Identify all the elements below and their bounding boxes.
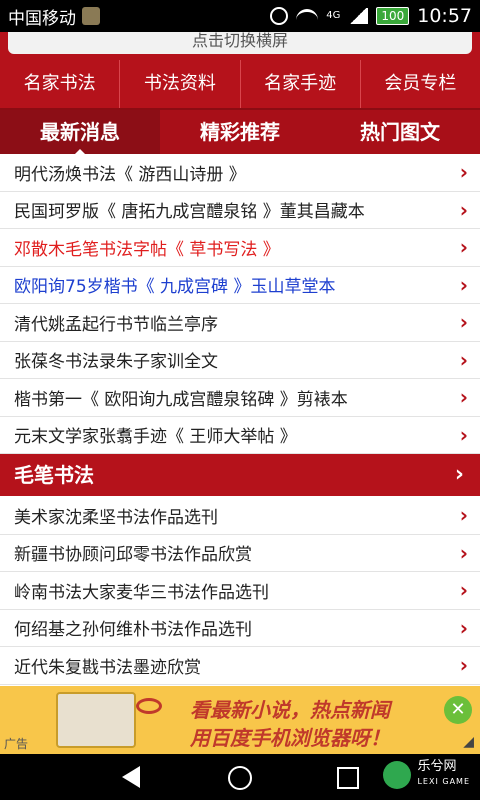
list-item-title: 明代汤焕书法《 游西山诗册 》 xyxy=(14,164,246,185)
list-item[interactable]: 民国珂罗版《 唐拓九成宫醴泉铭 》董其昌藏本 › xyxy=(0,192,480,229)
chevron-right-icon: › xyxy=(459,653,468,677)
list-item-title: 美术家沈柔坚书法作品选刊 xyxy=(14,507,218,528)
list-item-title: 民国珂罗版《 唐拓九成宫醴泉铭 》董其昌藏本 xyxy=(14,202,365,223)
chevron-right-icon: › xyxy=(459,540,468,565)
tab-recommended[interactable]: 精彩推荐 xyxy=(160,110,320,154)
list-item-title: 欧阳询75岁楷书《 九成宫碑 》玉山草堂本 xyxy=(14,277,336,298)
list-item-title: 岭南书法大家麦华三书法作品选刊 xyxy=(14,582,269,603)
list-item-title: 新疆书协顾问邱零书法作品欣赏 xyxy=(14,545,252,566)
ad-subline: 用百度手机浏览器呀！ xyxy=(190,726,390,750)
chevron-right-icon: › xyxy=(459,578,468,602)
category-item[interactable]: 名家手迹 xyxy=(241,60,361,108)
section-header-brush[interactable]: 毛笔书法 › xyxy=(0,454,480,496)
rotate-screen-button[interactable]: 点击切换横屏 xyxy=(8,32,472,54)
battery-icon: 100 xyxy=(376,7,410,25)
status-right: 4G 100 10:57 xyxy=(270,0,472,32)
recent-apps-icon[interactable] xyxy=(337,767,359,789)
network-type: 4G xyxy=(326,10,341,21)
list-item[interactable]: 近代朱复戡书法墨迹欣赏 › xyxy=(0,647,480,685)
list-item[interactable]: 楷书第一《 欧阳询九成宫醴泉铭碑 》剪裱本 › xyxy=(0,379,480,417)
list-item-title: 近代朱复戡书法墨迹欣赏 xyxy=(14,657,201,678)
list-item[interactable]: 美术家沈柔坚书法作品选刊 › xyxy=(0,497,480,535)
chevron-right-icon: › xyxy=(459,422,468,447)
newspaper-icon xyxy=(56,692,136,748)
clock: 10:57 xyxy=(417,5,472,27)
list-item-title: 元末文学家张翥手迹《 王师大举帖 》 xyxy=(14,427,297,448)
category-nav: 名家书法 书法资料 名家手迹 会员专栏 xyxy=(0,60,480,108)
list-item[interactable]: 何绍基之孙何维朴书法作品选刊 › xyxy=(0,610,480,647)
chevron-right-icon: › xyxy=(459,385,468,409)
watermark-name: 乐兮网 xyxy=(417,759,457,774)
chevron-right-icon: › xyxy=(454,462,464,487)
chevron-right-icon: › xyxy=(459,160,468,184)
latest-list: 明代汤焕书法《 游西山诗册 》 › 民国珂罗版《 唐拓九成宫醴泉铭 》董其昌藏本 ›… xyxy=(0,154,480,454)
chevron-right-icon: › xyxy=(459,272,468,297)
tab-popular[interactable]: 热门图文 xyxy=(320,110,480,154)
back-icon[interactable] xyxy=(122,766,140,788)
list-item[interactable]: 新疆书协顾问邱零书法作品欣赏 › xyxy=(0,535,480,572)
list-item-title: 邓散木毛笔书法字帖《 草书写法 》 xyxy=(14,239,280,260)
section-title: 毛笔书法 xyxy=(14,463,94,487)
tab-bar: 最新消息 精彩推荐 热门图文 xyxy=(0,108,480,156)
brush-list: 美术家沈柔坚书法作品选刊 › 新疆书协顾问邱零书法作品欣赏 › 岭南书法大家麦华三书… xyxy=(0,497,480,685)
category-item[interactable]: 书法资料 xyxy=(120,60,241,108)
list-item[interactable]: 邓散木毛笔书法字帖《 草书写法 》 › xyxy=(0,229,480,267)
list-item[interactable]: 岭南书法大家麦华三书法作品选刊 › xyxy=(0,572,480,610)
list-item[interactable]: 张葆冬书法录朱子家训全文 › xyxy=(0,342,480,379)
list-item-title: 张葆冬书法录朱子家训全文 xyxy=(14,352,218,373)
watermark: 乐兮网 LEXI GAME xyxy=(383,760,470,789)
ad-headline: 看最新小说，热点新闻 xyxy=(190,698,390,722)
list-item[interactable]: 元末文学家张翥手迹《 王师大举帖 》 › xyxy=(0,417,480,454)
close-icon[interactable]: ✕ xyxy=(444,696,472,724)
list-item-title: 清代姚孟起行书节临兰亭序 xyxy=(14,314,218,335)
chevron-right-icon: › xyxy=(459,503,468,527)
status-bar: 中国移动 4G 100 10:57 xyxy=(0,0,480,32)
list-item[interactable]: 欧阳询75岁楷书《 九成宫碑 》玉山草堂本 › xyxy=(0,267,480,304)
signal-icon xyxy=(348,8,369,24)
carrier-label: 中国移动 xyxy=(8,8,76,29)
ad-label: 广告 xyxy=(4,737,29,751)
chevron-right-icon: › xyxy=(459,310,468,334)
watermark-logo-icon xyxy=(383,760,412,789)
ad-banner[interactable]: 看最新小说，热点新闻 用百度手机浏览器呀！ ✕ 广告 ◢ xyxy=(0,686,480,754)
wifi-icon xyxy=(296,9,319,23)
list-item[interactable]: 明代汤焕书法《 游西山诗册 》 › xyxy=(0,154,480,192)
eye-icon xyxy=(136,698,162,714)
category-item[interactable]: 名家书法 xyxy=(0,60,121,108)
chevron-right-icon: › xyxy=(459,347,468,372)
chevron-right-icon: › xyxy=(459,235,468,259)
chevron-right-icon: › xyxy=(459,197,468,222)
system-nav-bar: 乐兮网 LEXI GAME xyxy=(0,754,480,800)
alarm-icon xyxy=(270,7,289,25)
tab-latest[interactable]: 最新消息 xyxy=(0,110,160,156)
sim-icon xyxy=(82,7,100,25)
list-item[interactable]: 清代姚孟起行书节临兰亭序 › xyxy=(0,304,480,342)
list-item-title: 何绍基之孙何维朴书法作品选刊 xyxy=(14,620,252,641)
collapse-arrow-icon[interactable]: ◢ xyxy=(463,734,474,750)
home-icon[interactable] xyxy=(228,766,252,790)
chevron-right-icon: › xyxy=(459,615,468,640)
watermark-sub: LEXI GAME xyxy=(417,777,470,786)
top-bar: 点击切换横屏 xyxy=(0,32,480,60)
watermark-text: 乐兮网 LEXI GAME xyxy=(417,760,470,789)
category-item[interactable]: 会员专栏 xyxy=(361,60,480,108)
list-item-title: 楷书第一《 欧阳询九成宫醴泉铭碑 》剪裱本 xyxy=(14,389,348,410)
